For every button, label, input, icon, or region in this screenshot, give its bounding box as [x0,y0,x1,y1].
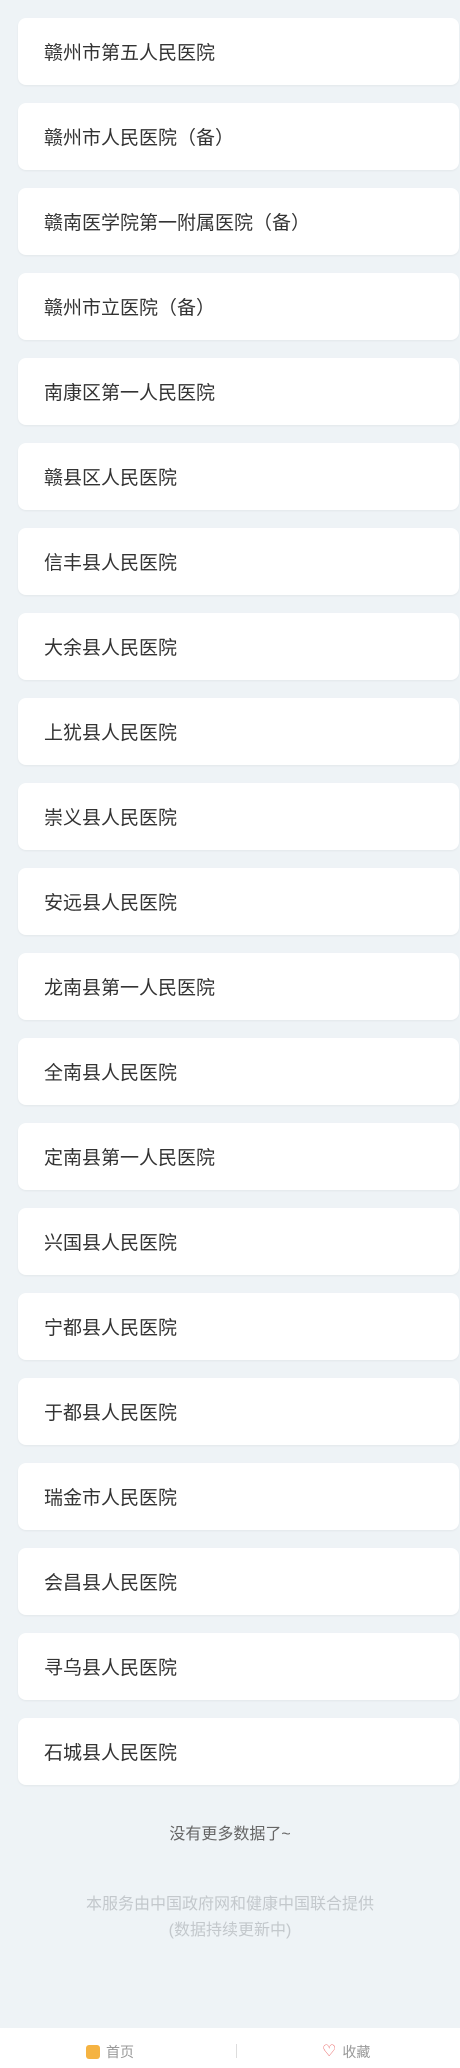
hospital-card[interactable]: 寻乌县人民医院 [18,1633,459,1700]
hospital-name: 宁都县人民医院 [44,1318,178,1339]
heart-icon: ♡ [322,2043,337,2060]
hospital-card[interactable]: 石城县人民医院 [18,1718,459,1785]
hospital-card[interactable]: 安远县人民医院 [18,868,459,935]
bottom-tab-bar: 首页 ♡ 收藏 [0,2028,460,2068]
provider-line-2: (数据持续更新中) [168,1922,292,1939]
hospital-name: 赣南医学院第一附属医院（备） [44,213,311,234]
hospital-card[interactable]: 上犹县人民医院 [18,698,459,765]
hospital-card[interactable]: 南康区第一人民医院 [18,358,459,425]
hospital-list: 赣州市第五人民医院 赣州市人民医院（备） 赣南医学院第一附属医院（备） 赣州市立… [18,18,459,1803]
hospital-name: 赣州市人民医院（备） [44,128,235,149]
hospital-name: 龙南县第一人民医院 [44,978,216,999]
tab-favorites-label: 收藏 [342,2044,371,2060]
hospital-card[interactable]: 赣县区人民医院 [18,443,459,510]
hospital-name: 会昌县人民医院 [44,1573,178,1594]
hospital-name: 瑞金市人民医院 [44,1488,178,1509]
hospital-name: 信丰县人民医院 [44,553,178,574]
hospital-name: 石城县人民医院 [44,1743,178,1764]
hospital-name: 安远县人民医院 [44,893,178,914]
hospital-card[interactable]: 于都县人民医院 [18,1378,459,1445]
hospital-name: 全南县人民医院 [44,1063,178,1084]
hospital-card[interactable]: 兴国县人民医院 [18,1208,459,1275]
hospital-card[interactable]: 瑞金市人民医院 [18,1463,459,1530]
hospital-name: 寻乌县人民医院 [44,1658,178,1679]
hospital-name: 赣州市第五人民医院 [44,43,216,64]
no-more-data-text: 没有更多数据了~ [169,1826,291,1843]
hospital-name: 定南县第一人民医院 [44,1148,216,1169]
hospital-name: 赣州市立医院（备） [44,298,216,319]
hospital-card[interactable]: 龙南县第一人民医院 [18,953,459,1020]
hospital-card[interactable]: 信丰县人民医院 [18,528,459,595]
provider-line-1: 本服务由中国政府网和健康中国联合提供 [85,1896,374,1913]
tab-divider [236,2044,237,2058]
hospital-card[interactable]: 全南县人民医院 [18,1038,459,1105]
tab-home[interactable]: 首页 [86,2042,134,2062]
hospital-name: 于都县人民医院 [44,1403,178,1424]
hospital-card[interactable]: 赣南医学院第一附属医院（备） [18,188,459,255]
hospital-name: 崇义县人民医院 [44,808,178,829]
hospital-name: 兴国县人民医院 [44,1233,178,1254]
hospital-card[interactable]: 定南县第一人民医院 [18,1123,459,1190]
hospital-name: 上犹县人民医院 [44,723,178,744]
hospital-card[interactable]: 赣州市第五人民医院 [18,18,459,85]
provider-note: 本服务由中国政府网和健康中国联合提供 (数据持续更新中) [0,1892,460,1944]
tab-home-label: 首页 [106,2044,134,2060]
hospital-name: 赣县区人民医院 [44,468,178,489]
hospital-card[interactable]: 赣州市人民医院（备） [18,103,459,170]
hospital-name: 南康区第一人民医院 [44,383,216,404]
hospital-card[interactable]: 崇义县人民医院 [18,783,459,850]
hospital-card[interactable]: 大余县人民医院 [18,613,459,680]
hospital-name: 大余县人民医院 [44,638,178,659]
hospital-card[interactable]: 宁都县人民医院 [18,1293,459,1360]
home-icon [86,2045,100,2059]
hospital-card[interactable]: 会昌县人民医院 [18,1548,459,1615]
hospital-card[interactable]: 赣州市立医院（备） [18,273,459,340]
tab-favorites[interactable]: ♡ 收藏 [322,2042,370,2062]
